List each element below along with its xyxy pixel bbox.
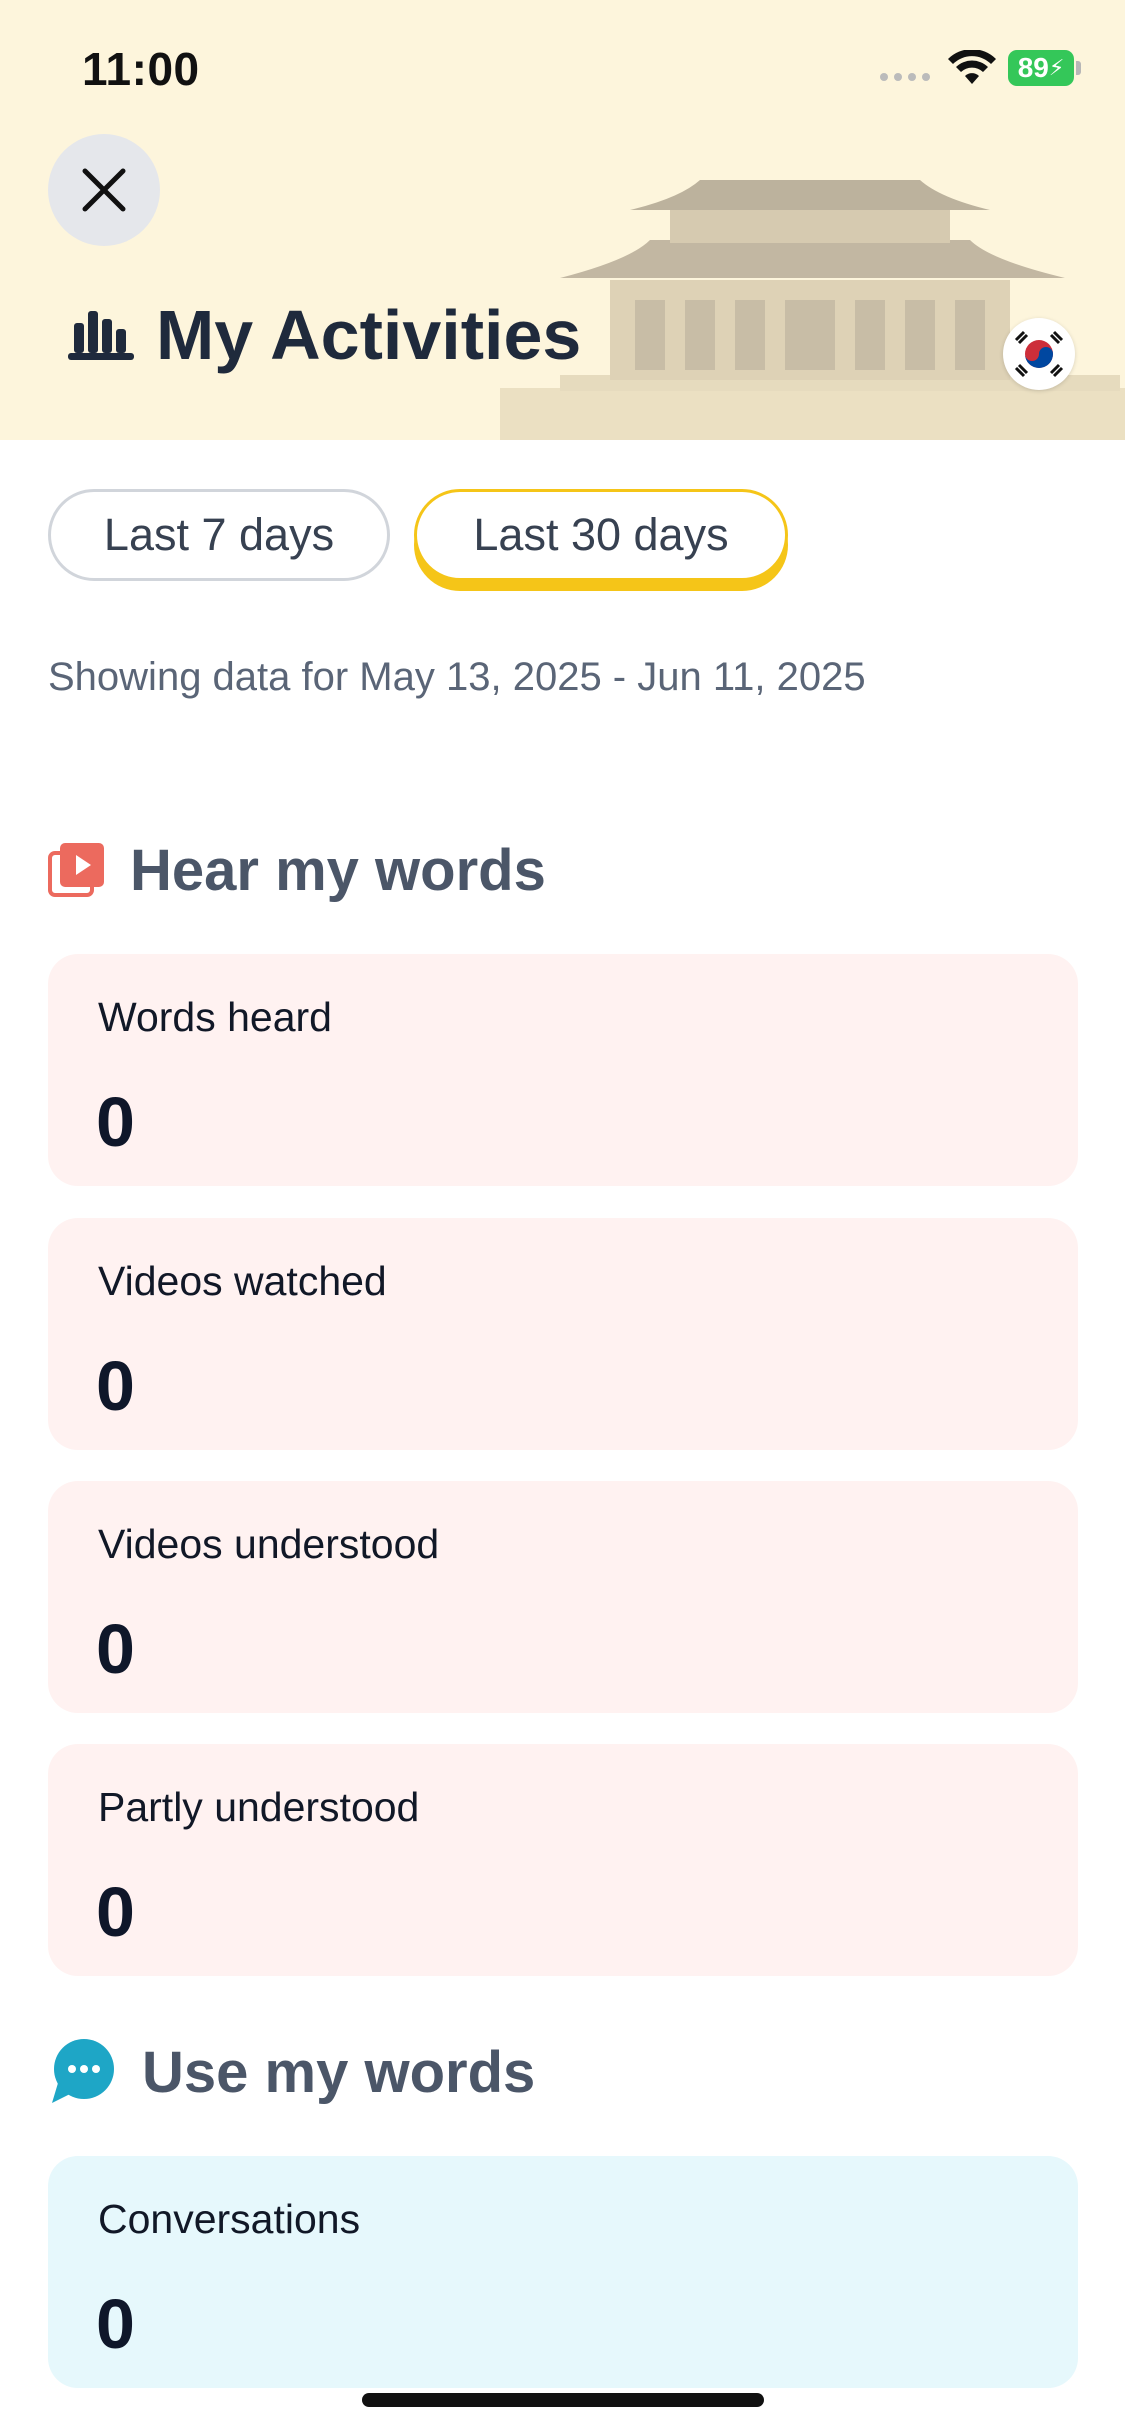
battery-icon: 89 ⚡ — [1008, 50, 1082, 86]
stat-value: 0 — [96, 1610, 135, 1688]
stat-label: Words heard — [98, 994, 332, 1040]
section-title: Hear my words — [130, 837, 546, 903]
stat-label: Conversations — [98, 2196, 361, 2242]
section-hear-my-words: Hear my words — [48, 830, 546, 910]
date-range-text: Showing data for May 13, 2025 - Jun 11, … — [48, 655, 866, 699]
stat-label: Videos watched — [98, 1258, 387, 1304]
page-title: My Activities — [156, 296, 582, 374]
stat-value: 0 — [96, 1083, 135, 1161]
page-header: My Activities — [68, 290, 581, 380]
cellular-signal-icon — [880, 73, 930, 81]
stat-card-conversations: Conversations 0 — [48, 2156, 1078, 2388]
section-use-my-words: Use my words — [48, 2032, 535, 2112]
stat-card-words-heard: Words heard 0 — [48, 954, 1078, 1186]
stat-label: Partly understood — [98, 1784, 420, 1830]
stat-value: 0 — [96, 1347, 135, 1425]
filter-last-30-days[interactable]: Last 30 days — [414, 489, 788, 581]
battery-level: 89 — [1017, 52, 1049, 83]
home-indicator[interactable] — [362, 2393, 764, 2407]
status-time: 11:00 — [82, 43, 200, 95]
filter-label: Last 30 days — [473, 509, 729, 560]
filter-last-7-days[interactable]: Last 7 days — [48, 489, 390, 581]
filter-label: Last 7 days — [103, 509, 335, 560]
bar-chart-icon — [68, 311, 134, 360]
wifi-icon — [948, 50, 996, 84]
palace-background-image — [500, 180, 1125, 440]
language-flag-button[interactable] — [1003, 318, 1075, 390]
video-play-icon — [48, 843, 104, 897]
close-icon — [82, 168, 126, 212]
close-button[interactable] — [48, 134, 160, 246]
stat-card-videos-watched: Videos watched 0 — [48, 1218, 1078, 1450]
south-korea-flag-icon — [1014, 330, 1064, 378]
stat-value: 0 — [96, 1873, 135, 1951]
stat-value: 0 — [96, 2285, 135, 2363]
stat-card-partly-understood: Partly understood 0 — [48, 1744, 1078, 1976]
chat-bubble-icon — [52, 2039, 114, 2103]
section-title: Use my words — [142, 2039, 536, 2105]
status-bar: 11:00 89 ⚡ — [0, 0, 1125, 140]
stat-label: Videos understood — [98, 1521, 440, 1567]
stat-card-videos-understood: Videos understood 0 — [48, 1481, 1078, 1713]
